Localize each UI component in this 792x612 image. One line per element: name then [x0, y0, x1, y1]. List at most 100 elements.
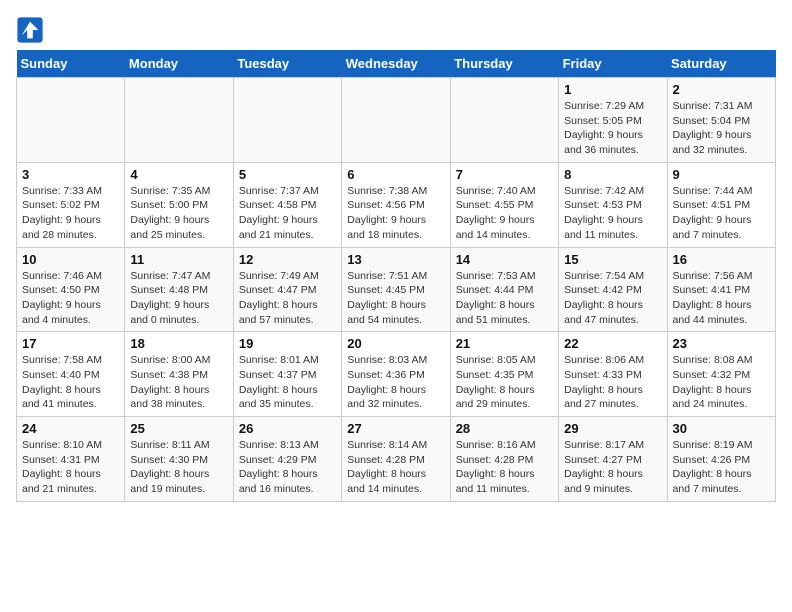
day-info: Sunrise: 8:19 AM Sunset: 4:26 PM Dayligh… — [673, 438, 770, 497]
calendar-week-1: 1 Sunrise: 7:29 AM Sunset: 5:05 PM Daylig… — [17, 78, 776, 163]
day-header-sunday: Sunday — [17, 50, 125, 78]
calendar-week-5: 24 Sunrise: 8:10 AM Sunset: 4:31 PM Dayli… — [17, 417, 776, 502]
day-info: Sunrise: 7:33 AM Sunset: 5:02 PM Dayligh… — [22, 184, 119, 243]
day-number: 17 — [22, 336, 119, 351]
calendar-cell — [450, 78, 558, 163]
calendar-cell — [342, 78, 450, 163]
day-number: 8 — [564, 167, 661, 182]
calendar-cell: 3 Sunrise: 7:33 AM Sunset: 5:02 PM Daylig… — [17, 162, 125, 247]
day-info: Sunrise: 8:13 AM Sunset: 4:29 PM Dayligh… — [239, 438, 336, 497]
day-info: Sunrise: 8:03 AM Sunset: 4:36 PM Dayligh… — [347, 353, 444, 412]
day-number: 27 — [347, 421, 444, 436]
day-number: 28 — [456, 421, 553, 436]
day-info: Sunrise: 7:56 AM Sunset: 4:41 PM Dayligh… — [673, 269, 770, 328]
calendar-cell: 2 Sunrise: 7:31 AM Sunset: 5:04 PM Daylig… — [667, 78, 775, 163]
header-row: SundayMondayTuesdayWednesdayThursdayFrid… — [17, 50, 776, 78]
day-number: 30 — [673, 421, 770, 436]
day-number: 1 — [564, 82, 661, 97]
day-number: 10 — [22, 252, 119, 267]
day-number: 5 — [239, 167, 336, 182]
calendar-week-2: 3 Sunrise: 7:33 AM Sunset: 5:02 PM Daylig… — [17, 162, 776, 247]
day-info: Sunrise: 7:29 AM Sunset: 5:05 PM Dayligh… — [564, 99, 661, 158]
calendar-cell: 9Sunrise: 7:44 AM Sunset: 4:51 PM Daylig… — [667, 162, 775, 247]
header — [16, 16, 776, 44]
calendar-week-3: 10 Sunrise: 7:46 AM Sunset: 4:50 PM Dayli… — [17, 247, 776, 332]
calendar-cell — [233, 78, 341, 163]
day-info: Sunrise: 7:31 AM Sunset: 5:04 PM Dayligh… — [673, 99, 770, 158]
day-number: 6 — [347, 167, 444, 182]
day-number: 4 — [130, 167, 227, 182]
calendar-cell: 1 Sunrise: 7:29 AM Sunset: 5:05 PM Daylig… — [559, 78, 667, 163]
day-number: 14 — [456, 252, 553, 267]
calendar-cell: 17 Sunrise: 7:58 AM Sunset: 4:40 PM Dayli… — [17, 332, 125, 417]
calendar-cell: 20 Sunrise: 8:03 AM Sunset: 4:36 PM Dayli… — [342, 332, 450, 417]
day-info: Sunrise: 7:35 AM Sunset: 5:00 PM Dayligh… — [130, 184, 227, 243]
day-info: Sunrise: 7:58 AM Sunset: 4:40 PM Dayligh… — [22, 353, 119, 412]
day-info: Sunrise: 8:01 AM Sunset: 4:37 PM Dayligh… — [239, 353, 336, 412]
day-info: Sunrise: 8:10 AM Sunset: 4:31 PM Dayligh… — [22, 438, 119, 497]
calendar-cell: 10 Sunrise: 7:46 AM Sunset: 4:50 PM Dayli… — [17, 247, 125, 332]
calendar-cell: 4 Sunrise: 7:35 AM Sunset: 5:00 PM Daylig… — [125, 162, 233, 247]
day-number: 16 — [673, 252, 770, 267]
calendar-cell: 23Sunrise: 8:08 AM Sunset: 4:32 PM Dayli… — [667, 332, 775, 417]
logo — [16, 16, 46, 44]
calendar-cell: 11 Sunrise: 7:47 AM Sunset: 4:48 PM Dayli… — [125, 247, 233, 332]
calendar-cell: 22 Sunrise: 8:06 AM Sunset: 4:33 PM Dayli… — [559, 332, 667, 417]
calendar-week-4: 17 Sunrise: 7:58 AM Sunset: 4:40 PM Dayli… — [17, 332, 776, 417]
day-info: Sunrise: 7:40 AM Sunset: 4:55 PM Dayligh… — [456, 184, 553, 243]
calendar-cell: 8Sunrise: 7:42 AM Sunset: 4:53 PM Daylig… — [559, 162, 667, 247]
day-info: Sunrise: 7:53 AM Sunset: 4:44 PM Dayligh… — [456, 269, 553, 328]
day-info: Sunrise: 8:11 AM Sunset: 4:30 PM Dayligh… — [130, 438, 227, 497]
day-number: 13 — [347, 252, 444, 267]
day-info: Sunrise: 7:46 AM Sunset: 4:50 PM Dayligh… — [22, 269, 119, 328]
calendar-cell: 12Sunrise: 7:49 AM Sunset: 4:47 PM Dayli… — [233, 247, 341, 332]
calendar-cell: 13Sunrise: 7:51 AM Sunset: 4:45 PM Dayli… — [342, 247, 450, 332]
day-number: 25 — [130, 421, 227, 436]
calendar-cell: 6 Sunrise: 7:38 AM Sunset: 4:56 PM Daylig… — [342, 162, 450, 247]
day-header-tuesday: Tuesday — [233, 50, 341, 78]
calendar-cell: 14 Sunrise: 7:53 AM Sunset: 4:44 PM Dayli… — [450, 247, 558, 332]
day-info: Sunrise: 7:47 AM Sunset: 4:48 PM Dayligh… — [130, 269, 227, 328]
day-info: Sunrise: 8:00 AM Sunset: 4:38 PM Dayligh… — [130, 353, 227, 412]
day-number: 24 — [22, 421, 119, 436]
day-number: 12 — [239, 252, 336, 267]
calendar-cell: 16 Sunrise: 7:56 AM Sunset: 4:41 PM Dayli… — [667, 247, 775, 332]
calendar-cell: 30 Sunrise: 8:19 AM Sunset: 4:26 PM Dayli… — [667, 417, 775, 502]
day-number: 2 — [673, 82, 770, 97]
calendar-cell: 5 Sunrise: 7:37 AM Sunset: 4:58 PM Daylig… — [233, 162, 341, 247]
calendar-cell: 18 Sunrise: 8:00 AM Sunset: 4:38 PM Dayli… — [125, 332, 233, 417]
calendar-cell: 21Sunrise: 8:05 AM Sunset: 4:35 PM Dayli… — [450, 332, 558, 417]
day-number: 3 — [22, 167, 119, 182]
calendar-body: 1 Sunrise: 7:29 AM Sunset: 5:05 PM Daylig… — [17, 78, 776, 502]
day-info: Sunrise: 7:54 AM Sunset: 4:42 PM Dayligh… — [564, 269, 661, 328]
calendar-cell — [17, 78, 125, 163]
day-number: 29 — [564, 421, 661, 436]
day-number: 19 — [239, 336, 336, 351]
calendar-table: SundayMondayTuesdayWednesdayThursdayFrid… — [16, 50, 776, 502]
day-header-thursday: Thursday — [450, 50, 558, 78]
logo-icon — [16, 16, 44, 44]
day-header-wednesday: Wednesday — [342, 50, 450, 78]
calendar-cell — [125, 78, 233, 163]
calendar-cell: 26Sunrise: 8:13 AM Sunset: 4:29 PM Dayli… — [233, 417, 341, 502]
calendar-cell: 15 Sunrise: 7:54 AM Sunset: 4:42 PM Dayli… — [559, 247, 667, 332]
calendar-cell: 29 Sunrise: 8:17 AM Sunset: 4:27 PM Dayli… — [559, 417, 667, 502]
day-number: 20 — [347, 336, 444, 351]
day-number: 15 — [564, 252, 661, 267]
day-number: 18 — [130, 336, 227, 351]
calendar-header: SundayMondayTuesdayWednesdayThursdayFrid… — [17, 50, 776, 78]
day-number: 21 — [456, 336, 553, 351]
day-number: 11 — [130, 252, 227, 267]
day-info: Sunrise: 8:14 AM Sunset: 4:28 PM Dayligh… — [347, 438, 444, 497]
day-number: 7 — [456, 167, 553, 182]
calendar-cell: 28Sunrise: 8:16 AM Sunset: 4:28 PM Dayli… — [450, 417, 558, 502]
day-info: Sunrise: 8:06 AM Sunset: 4:33 PM Dayligh… — [564, 353, 661, 412]
day-header-friday: Friday — [559, 50, 667, 78]
day-info: Sunrise: 7:37 AM Sunset: 4:58 PM Dayligh… — [239, 184, 336, 243]
day-number: 22 — [564, 336, 661, 351]
calendar-cell: 27 Sunrise: 8:14 AM Sunset: 4:28 PM Dayli… — [342, 417, 450, 502]
calendar-cell: 24 Sunrise: 8:10 AM Sunset: 4:31 PM Dayli… — [17, 417, 125, 502]
day-header-monday: Monday — [125, 50, 233, 78]
day-info: Sunrise: 8:17 AM Sunset: 4:27 PM Dayligh… — [564, 438, 661, 497]
day-info: Sunrise: 7:38 AM Sunset: 4:56 PM Dayligh… — [347, 184, 444, 243]
